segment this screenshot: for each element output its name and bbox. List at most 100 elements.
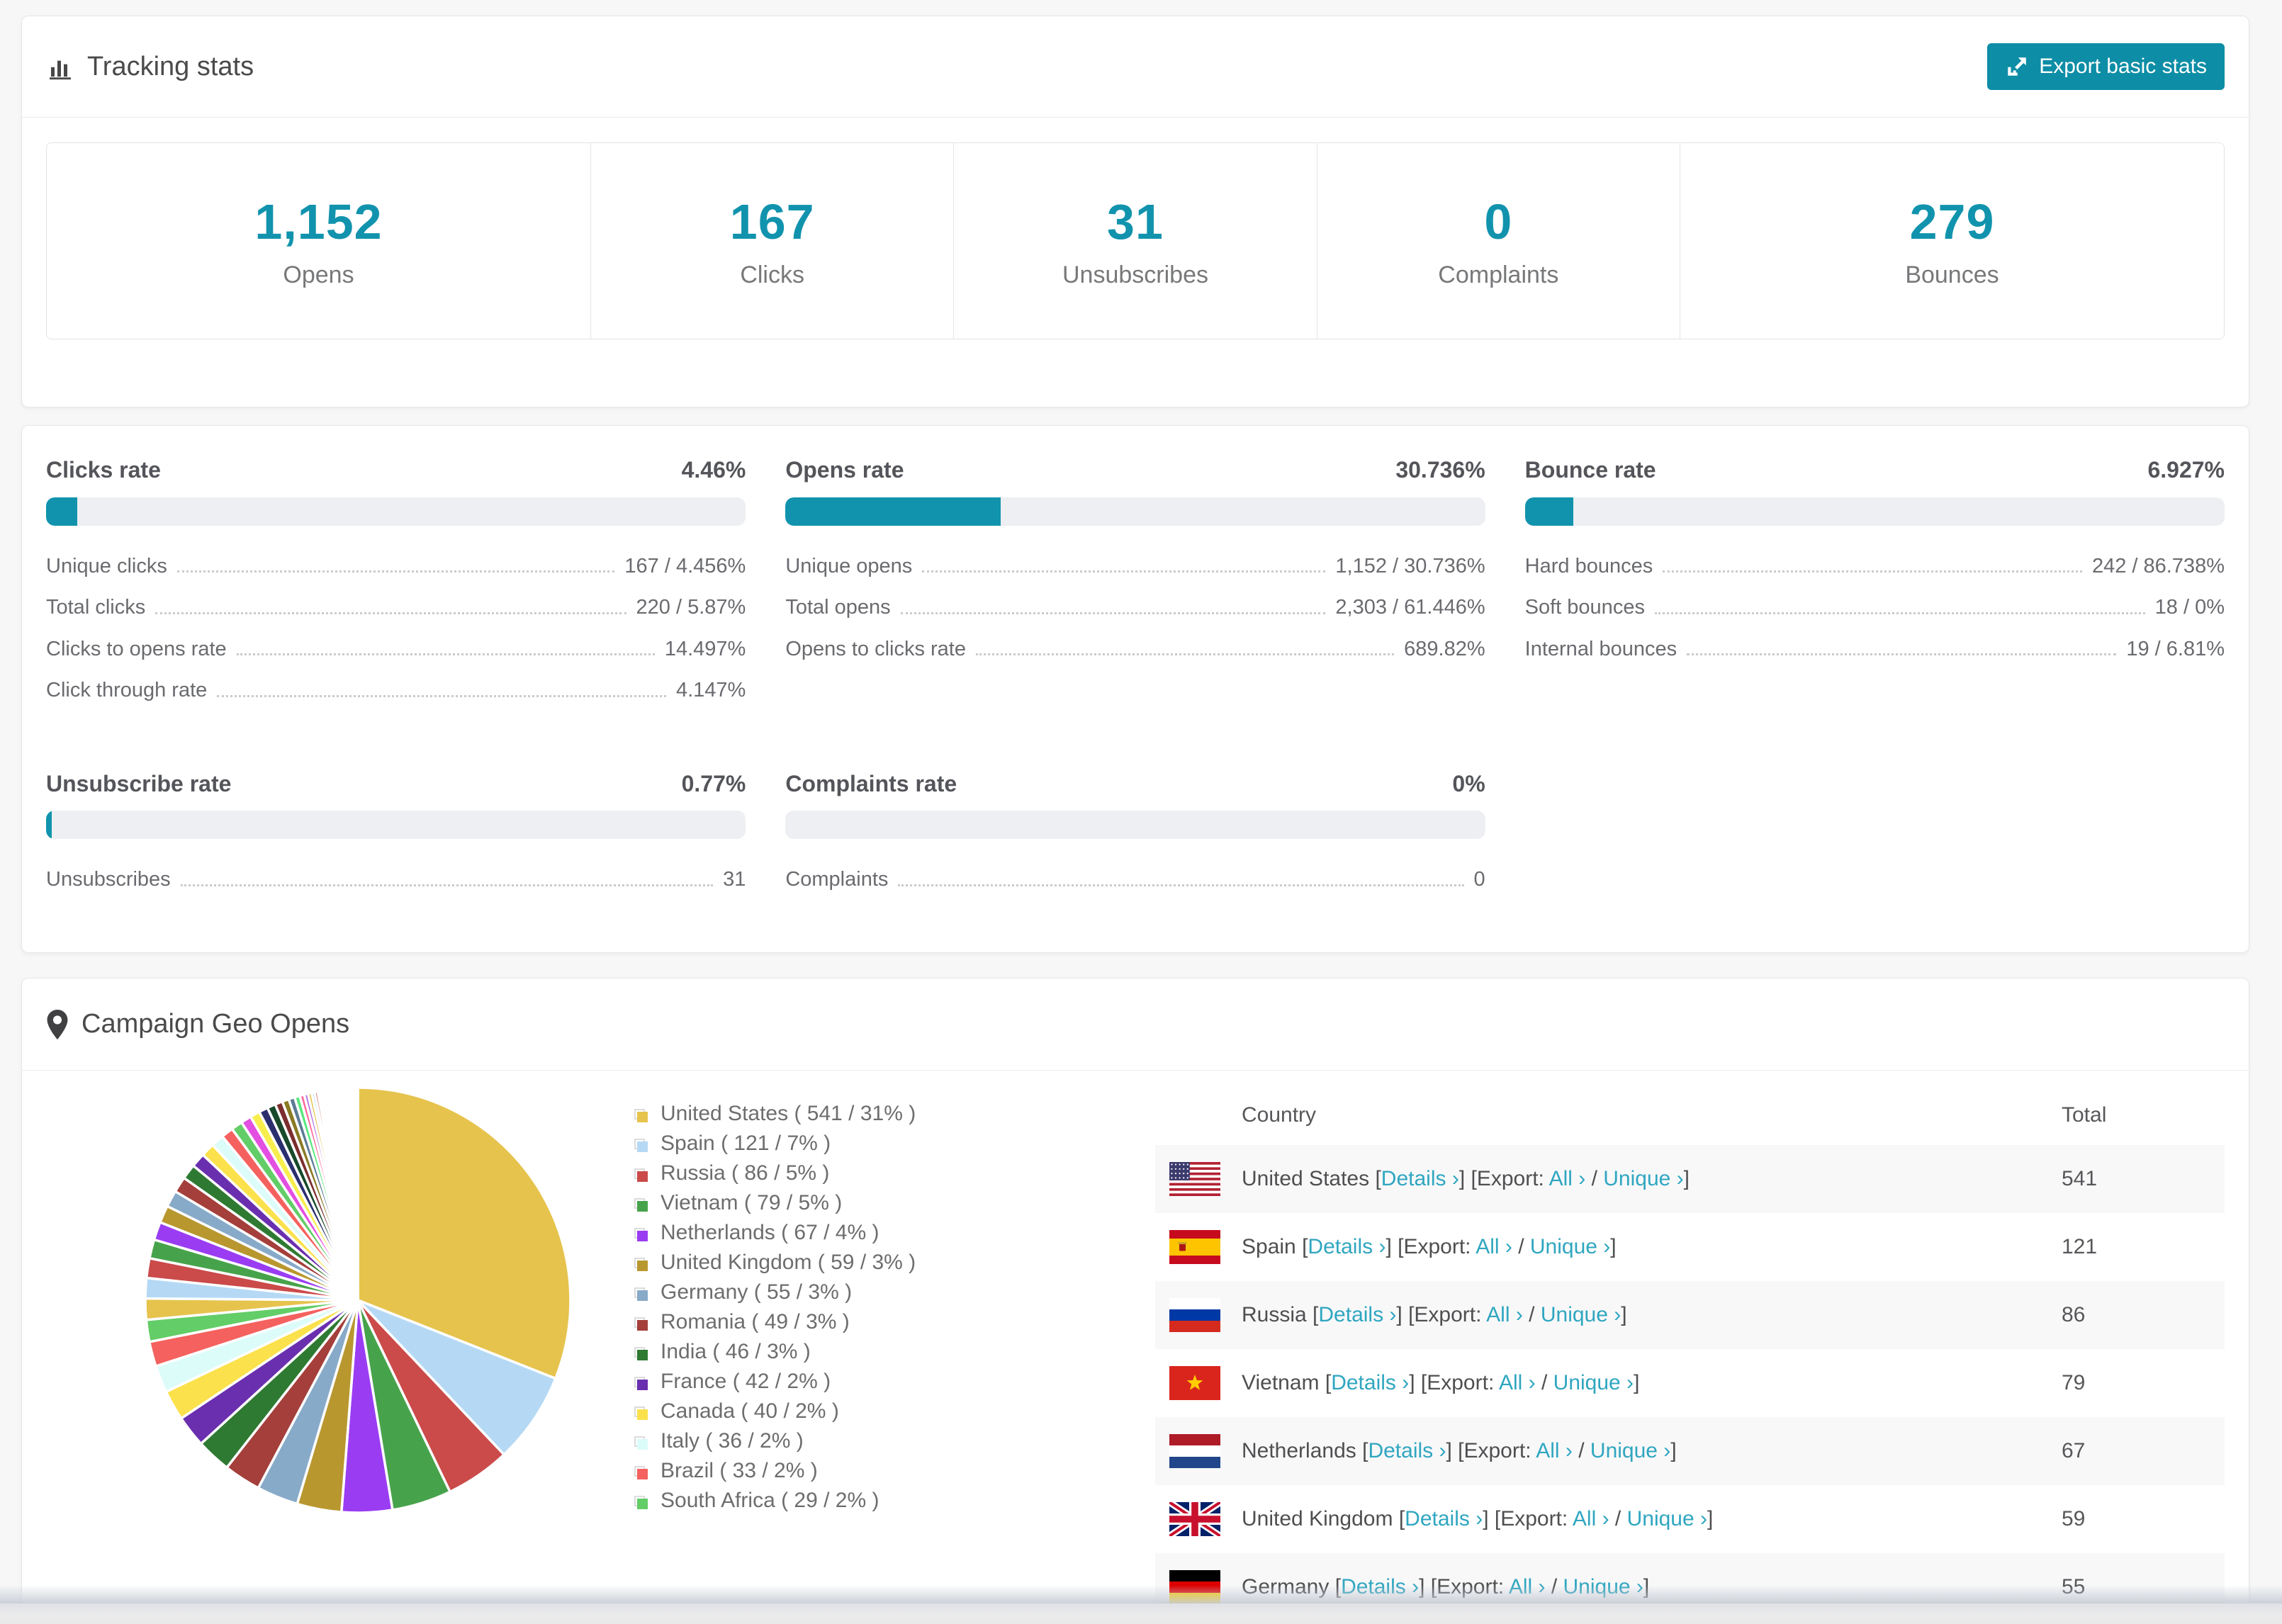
separator: /: [1585, 1167, 1604, 1190]
geo-table-row-es: Spain [Details ›] [Export: All › / Uniqu…: [1155, 1213, 2225, 1281]
geo-title: Campaign Geo Opens: [82, 1009, 350, 1039]
campaign-geo-opens-card: Campaign Geo Opens United States ( 541 /…: [21, 978, 2249, 1624]
geo-table-rows: United States [Details ›] [Export: All ›…: [1155, 1145, 2225, 1621]
stat-cell-opens: 1,152 Opens: [47, 143, 591, 339]
legend-label: Canada ( 40 / 2% ): [661, 1399, 839, 1423]
country-name: United Kingdom: [1242, 1507, 1393, 1530]
country-name: Spain: [1242, 1235, 1296, 1258]
export-unique-link[interactable]: Unique ›: [1530, 1235, 1610, 1258]
progress-fill: [46, 497, 78, 526]
export-unique-link[interactable]: Unique ›: [1627, 1507, 1707, 1530]
flag-vn: [1169, 1366, 1220, 1400]
stat-cell-clicks: 167 Clicks: [591, 143, 955, 339]
dotted-leader: [180, 884, 714, 886]
geo-table-row-nl: Netherlands [Details ›] [Export: All › /…: [1155, 1417, 2225, 1485]
legend-item: Spain ( 121 / 7% ): [634, 1129, 1031, 1158]
rate-row-label: Complaints: [785, 868, 889, 891]
legend-swatch: [634, 1376, 648, 1390]
bottom-scrollbar-track[interactable]: [0, 1603, 2282, 1624]
rate-row-label: Soft bounces: [1524, 596, 1645, 619]
rate-title: Complaints rate: [785, 770, 957, 796]
export-all-link[interactable]: All ›: [1476, 1235, 1512, 1258]
rate-section-bounce-rate: Bounce rate 6.927% Hard bounces 242 / 86.73…: [1524, 457, 2225, 721]
rate-row-value: 167 / 4.456%: [624, 554, 746, 577]
column-header-total: Total: [2062, 1103, 2107, 1127]
details-link[interactable]: Details ›: [1381, 1167, 1459, 1190]
separator: /: [1512, 1235, 1530, 1258]
bar-chart-icon: [50, 60, 71, 80]
export-unique-link[interactable]: Unique ›: [1590, 1439, 1670, 1462]
flag-us: [1169, 1162, 1220, 1196]
rate-row: Clicks to opens rate 14.497%: [46, 638, 746, 660]
legend-item: Italy ( 36 / 2% ): [634, 1426, 1031, 1456]
dotted-leader: [176, 570, 615, 573]
export-unique-link[interactable]: Unique ›: [1553, 1371, 1634, 1394]
export-unique-link[interactable]: Unique ›: [1603, 1167, 1683, 1190]
progress-bar: [46, 811, 746, 840]
country-name: Russia: [1242, 1303, 1307, 1326]
stat-value: 31: [1107, 193, 1164, 249]
details-link[interactable]: Details ›: [1405, 1507, 1483, 1530]
export-all-link[interactable]: All ›: [1499, 1371, 1536, 1394]
progress-bar: [1524, 497, 2225, 526]
dotted-leader: [1654, 611, 2145, 614]
rate-row-label: Unique opens: [785, 554, 913, 577]
country-cell: Vietnam [Details ›] [Export: All › / Uni…: [1242, 1371, 2062, 1395]
total-cell: 541: [2062, 1167, 2098, 1190]
geo-table: Country Total United States [Details ›] …: [1155, 1085, 2225, 1621]
rate-row-label: Total opens: [785, 596, 891, 619]
export-all-link[interactable]: All ›: [1573, 1507, 1609, 1530]
legend-label: India ( 46 / 3% ): [661, 1340, 811, 1363]
rate-row-value: 0: [1473, 868, 1485, 891]
legend-swatch: [634, 1138, 648, 1152]
rate-row-label: Unique clicks: [46, 554, 167, 577]
dotted-leader: [217, 694, 666, 697]
dotted-leader: [898, 884, 1464, 886]
progress-fill: [1524, 497, 1574, 526]
tracking-stats-card: Tracking stats Export basic stats 1,152 O…: [21, 16, 2249, 407]
geo-pie-chart: [46, 1071, 634, 1520]
geo-body: United States ( 541 / 31% ) Spain ( 121 /…: [22, 1071, 2249, 1621]
total-cell: 86: [2062, 1303, 2086, 1326]
country-name: United States: [1242, 1167, 1370, 1190]
pie-chart-svg: [144, 1086, 572, 1514]
export-all-link[interactable]: All ›: [1549, 1167, 1586, 1190]
pie-slice: [356, 1086, 359, 1302]
rate-row: Unique opens 1,152 / 30.736%: [785, 554, 1485, 577]
legend-item: Vietnam ( 79 / 5% ): [634, 1188, 1031, 1218]
country-name: Vietnam: [1242, 1371, 1320, 1394]
rate-row-value: 2,303 / 61.446%: [1335, 596, 1485, 619]
legend-swatch: [634, 1495, 648, 1509]
rate-row-label: Click through rate: [46, 679, 208, 702]
stat-label: Clicks: [740, 261, 804, 288]
export-unique-link[interactable]: Unique ›: [1541, 1303, 1621, 1326]
country-cell: Netherlands [Details ›] [Export: All › /…: [1242, 1439, 2062, 1463]
export-all-link[interactable]: All ›: [1486, 1303, 1523, 1326]
bracket: ]: [1610, 1235, 1617, 1258]
dotted-leader: [1687, 653, 2117, 656]
details-link[interactable]: Details ›: [1331, 1371, 1409, 1394]
legend-item: France ( 42 / 2% ): [634, 1367, 1031, 1397]
rate-row: Soft bounces 18 / 0%: [1524, 596, 2225, 619]
geo-header: Campaign Geo Opens: [22, 979, 2249, 1071]
export-basic-stats-button[interactable]: Export basic stats: [1987, 43, 2225, 90]
bracket: [: [1325, 1371, 1332, 1394]
column-header-country: Country: [1242, 1103, 1317, 1127]
bracket: ] [Export:: [1386, 1235, 1476, 1258]
bracket: ] [Export:: [1458, 1167, 1549, 1190]
legend-swatch: [634, 1257, 648, 1271]
progress-fill: [785, 497, 1001, 526]
flag-es: [1169, 1230, 1220, 1264]
bracket: ] [Export:: [1446, 1439, 1536, 1462]
details-link[interactable]: Details ›: [1368, 1439, 1446, 1462]
stat-summary-row: 1,152 Opens 167 Clicks 31 Unsubscribes 0 Compla…: [46, 142, 2225, 339]
bottom-shadow: [0, 1585, 2282, 1603]
rate-row-value: 689.82%: [1404, 637, 1485, 660]
legend-swatch: [634, 1287, 648, 1301]
details-link[interactable]: Details ›: [1308, 1235, 1386, 1258]
rate-row-value: 220 / 5.87%: [636, 596, 746, 619]
details-link[interactable]: Details ›: [1318, 1303, 1396, 1326]
rate-section-unsubscribe-rate: Unsubscribe rate 0.77% Unsubscribes 31: [46, 771, 746, 910]
geo-table-row-vn: Vietnam [Details ›] [Export: All › / Uni…: [1155, 1349, 2225, 1417]
export-all-link[interactable]: All ›: [1536, 1439, 1573, 1462]
